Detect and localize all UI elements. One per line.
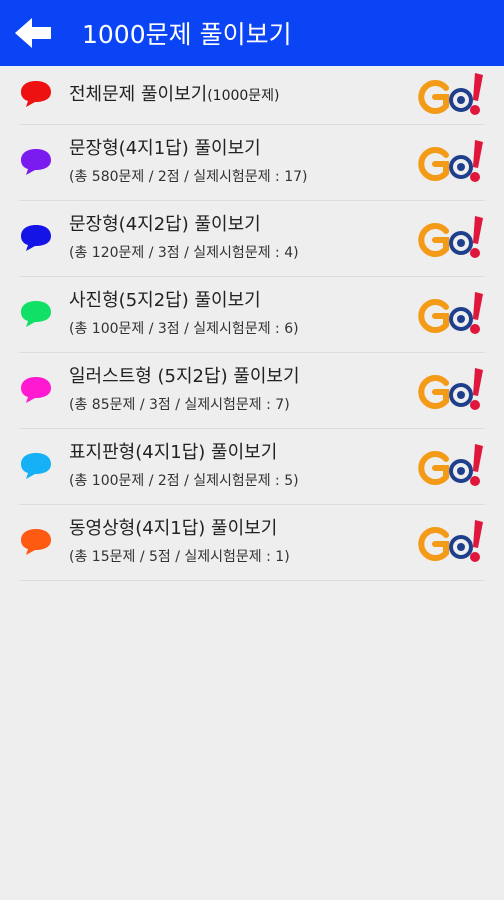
category-list: 전체문제 풀이보기(1000문제) 문장형(4지1답) 풀이보기 (총 580문… <box>0 66 504 581</box>
bubble-shape <box>21 149 51 175</box>
speech-bubble-icon <box>21 301 51 327</box>
go-exclaim-dot <box>470 172 480 182</box>
go-icon[interactable] <box>415 213 485 265</box>
go-exclaim-dot <box>470 552 480 562</box>
go-exclaim-bar <box>473 444 483 472</box>
speech-bubble-icon <box>21 225 51 251</box>
go-g <box>418 223 449 257</box>
speech-bubble-icon <box>21 81 51 107</box>
go-o-inner <box>457 391 465 399</box>
list-item-sentence-4-1[interactable]: 문장형(4지1답) 풀이보기 (총 580문제 / 2점 / 실제시험문제 : … <box>19 125 485 201</box>
bubble-shape <box>21 81 51 107</box>
back-button[interactable] <box>0 0 66 66</box>
bubble-shape <box>21 301 51 327</box>
go-exclaim-bar <box>473 216 483 244</box>
item-subtitle: (총 580문제 / 2점 / 실제시험문제 : 17) <box>69 169 308 185</box>
go-o-inner <box>457 96 465 104</box>
item-subtitle: (총 100문제 / 2점 / 실제시험문제 : 5) <box>69 473 299 489</box>
go-o-inner <box>457 163 465 171</box>
list-item-sign-4-1[interactable]: 표지판형(4지1답) 풀이보기 (총 100문제 / 2점 / 실제시험문제 :… <box>19 429 485 505</box>
bubble-shape <box>21 225 51 251</box>
item-subtitle: (총 15문제 / 5점 / 실제시험문제 : 1) <box>69 549 290 565</box>
item-subtitle: (총 120문제 / 3점 / 실제시험문제 : 4) <box>69 245 299 261</box>
item-title: 사진형(5지2답) 풀이보기 <box>69 290 261 311</box>
go-exclaim-dot <box>470 105 480 115</box>
go-g <box>418 80 449 114</box>
item-title-text: 전체문제 풀이보기 <box>69 84 208 105</box>
bubble-shape <box>21 529 51 555</box>
go-g <box>418 375 449 409</box>
go-icon[interactable] <box>415 70 485 122</box>
item-title: 문장형(4지1답) 풀이보기 <box>69 138 261 159</box>
go-g <box>418 299 449 333</box>
speech-bubble-icon <box>21 377 51 403</box>
go-o-inner <box>457 239 465 247</box>
go-g <box>418 451 449 485</box>
item-subtitle: (총 85문제 / 3점 / 실제시험문제 : 7) <box>69 397 290 413</box>
list-item-sentence-4-2[interactable]: 문장형(4지2답) 풀이보기 (총 120문제 / 3점 / 실제시험문제 : … <box>19 201 485 277</box>
go-icon[interactable] <box>415 517 485 569</box>
item-title-suffix: (1000문제) <box>207 88 280 104</box>
go-o-inner <box>457 543 465 551</box>
go-exclaim-dot <box>470 248 480 258</box>
arrow-left-icon <box>15 18 51 48</box>
go-icon[interactable] <box>415 441 485 493</box>
go-o-inner <box>457 467 465 475</box>
go-g <box>418 147 449 181</box>
item-title: 전체문제 풀이보기(1000문제) <box>69 83 409 108</box>
item-title: 표지판형(4지1답) 풀이보기 <box>69 442 278 463</box>
go-exclaim-bar <box>473 140 483 168</box>
go-icon[interactable] <box>415 289 485 341</box>
list-item-illustration-5-2[interactable]: 일러스트형 (5지2답) 풀이보기 (총 85문제 / 3점 / 실제시험문제 … <box>19 353 485 429</box>
go-exclaim-bar <box>473 520 483 548</box>
speech-bubble-icon <box>21 149 51 175</box>
go-exclaim-dot <box>470 400 480 410</box>
go-o-inner <box>457 315 465 323</box>
speech-bubble-icon <box>21 529 51 555</box>
go-icon[interactable] <box>415 137 485 189</box>
item-title: 일러스트형 (5지2답) 풀이보기 <box>69 366 300 387</box>
go-exclaim-bar <box>473 292 483 320</box>
speech-bubble-icon <box>21 453 51 479</box>
bubble-shape <box>21 377 51 403</box>
list-item-all[interactable]: 전체문제 풀이보기(1000문제) <box>19 66 485 125</box>
go-exclaim-bar <box>473 73 483 101</box>
list-item-photo-5-2[interactable]: 사진형(5지2답) 풀이보기 (총 100문제 / 3점 / 실제시험문제 : … <box>19 277 485 353</box>
go-exclaim-dot <box>470 324 480 334</box>
bubble-shape <box>21 453 51 479</box>
item-title: 문장형(4지2답) 풀이보기 <box>69 214 261 235</box>
item-title: 동영상형(4지1답) 풀이보기 <box>69 518 278 539</box>
go-g <box>418 527 449 561</box>
list-item-video-4-1[interactable]: 동영상형(4지1답) 풀이보기 (총 15문제 / 5점 / 실제시험문제 : … <box>19 505 485 581</box>
page-title: 1000문제 풀이보기 <box>82 20 292 49</box>
app-bar: 1000문제 풀이보기 <box>0 0 504 66</box>
go-exclaim-bar <box>473 368 483 396</box>
go-exclaim-dot <box>470 476 480 486</box>
item-subtitle: (총 100문제 / 3점 / 실제시험문제 : 6) <box>69 321 299 337</box>
go-icon[interactable] <box>415 365 485 417</box>
